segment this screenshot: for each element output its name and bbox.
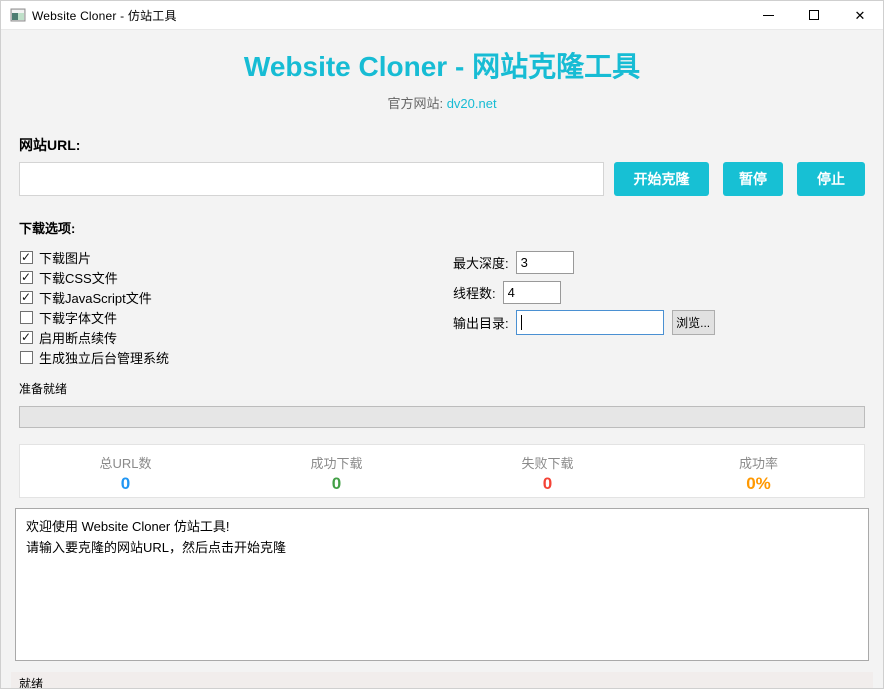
checkbox-label: 下载图片 <box>39 248 91 267</box>
pause-button[interactable]: 暂停 <box>723 162 783 196</box>
output-dir-label: 输出目录: <box>453 313 509 332</box>
stat-value: 0 <box>20 474 231 494</box>
checkbox-download-css[interactable]: 下载CSS文件 <box>19 267 453 287</box>
download-options-label: 下载选项: <box>19 218 865 237</box>
browse-button[interactable]: 浏览... <box>672 310 715 335</box>
maximize-icon <box>809 10 819 20</box>
close-button[interactable]: ✕ <box>837 1 883 29</box>
website-url-input[interactable] <box>19 162 604 196</box>
stats-panel: 总URL数 0 成功下载 0 失败下载 0 成功率 0% <box>19 444 865 498</box>
checkbox-icon <box>20 351 33 364</box>
log-line: 请输入要克隆的网站URL，然后点击开始克隆 <box>26 537 858 558</box>
progress-status-text: 准备就绪 <box>19 380 865 397</box>
checkbox-icon <box>20 271 33 284</box>
checkbox-label: 下载JavaScript文件 <box>39 288 152 307</box>
threads-label: 线程数: <box>453 283 496 302</box>
app-window: Website Cloner - 仿站工具 ✕ Website Cloner -… <box>0 0 884 689</box>
official-site-label: 官方网站: <box>387 96 443 111</box>
checkbox-generate-admin[interactable]: 生成独立后台管理系统 <box>19 347 453 367</box>
output-dir-input[interactable] <box>516 310 664 335</box>
stat-value: 0 <box>231 474 442 494</box>
stat-label: 总URL数 <box>20 453 231 472</box>
stat-value: 0 <box>442 474 653 494</box>
checkbox-resume-download[interactable]: 启用断点续传 <box>19 327 453 347</box>
stat-success-downloads: 成功下载 0 <box>231 445 442 497</box>
checkbox-download-images[interactable]: 下载图片 <box>19 247 453 267</box>
official-site-line: 官方网站: dv20.net <box>19 93 865 112</box>
checkbox-label: 下载字体文件 <box>39 308 117 327</box>
checkbox-icon <box>20 291 33 304</box>
stat-label: 成功下载 <box>231 453 442 472</box>
url-label: 网站URL: <box>19 135 865 155</box>
stat-total-urls: 总URL数 0 <box>20 445 231 497</box>
checkbox-label: 生成独立后台管理系统 <box>39 348 169 367</box>
window-title: Website Cloner - 仿站工具 <box>32 7 177 24</box>
stat-success-rate: 成功率 0% <box>653 445 864 497</box>
stop-button[interactable]: 停止 <box>797 162 865 196</box>
text-caret <box>521 315 522 330</box>
checkbox-download-fonts[interactable]: 下载字体文件 <box>19 307 453 327</box>
status-bar-text: 就绪 <box>19 675 43 689</box>
start-clone-button[interactable]: 开始克隆 <box>614 162 709 196</box>
log-line: 欢迎使用 Website Cloner 仿站工具! <box>26 516 858 537</box>
max-depth-input[interactable] <box>516 251 574 274</box>
checkbox-label: 启用断点续传 <box>39 328 117 347</box>
threads-input[interactable] <box>503 281 561 304</box>
checkbox-icon <box>20 251 33 264</box>
checkbox-label: 下载CSS文件 <box>39 268 118 287</box>
checkbox-icon <box>20 311 33 324</box>
progress-bar <box>19 406 865 428</box>
close-icon: ✕ <box>855 9 866 22</box>
max-depth-label: 最大深度: <box>453 253 509 272</box>
stat-failed-downloads: 失败下载 0 <box>442 445 653 497</box>
maximize-button[interactable] <box>791 1 837 29</box>
minimize-button[interactable] <box>745 1 791 29</box>
official-site-link[interactable]: dv20.net <box>447 96 497 111</box>
checkbox-icon <box>20 331 33 344</box>
status-bar: 就绪 <box>11 672 873 689</box>
page-title: Website Cloner - 网站克隆工具 <box>19 51 865 83</box>
stat-label: 失败下载 <box>442 453 653 472</box>
log-output[interactable]: 欢迎使用 Website Cloner 仿站工具! 请输入要克隆的网站URL，然… <box>15 508 869 661</box>
app-icon <box>10 7 26 23</box>
stat-label: 成功率 <box>653 453 864 472</box>
minimize-icon <box>763 15 774 16</box>
stat-value: 0% <box>653 474 864 494</box>
title-bar: Website Cloner - 仿站工具 ✕ <box>1 1 883 30</box>
checkbox-download-js[interactable]: 下载JavaScript文件 <box>19 287 453 307</box>
